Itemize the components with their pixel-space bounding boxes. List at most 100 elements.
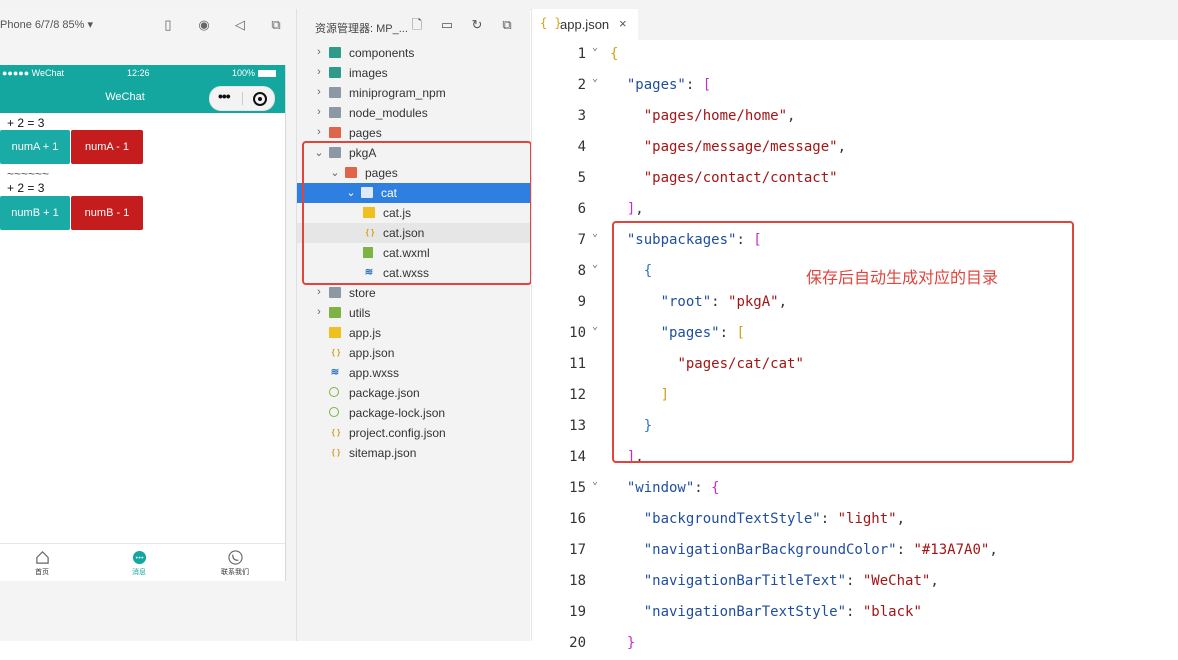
numB-minus-button[interactable]: numB - 1 [71, 196, 143, 230]
tree-item[interactable]: app.js [297, 323, 530, 343]
code-line[interactable]: 2 ⌄ "pages": [ [532, 71, 1178, 102]
phone-screen: ●●●●● WeChat 12:26 100% WeChat ••• + 2 =… [0, 65, 286, 581]
code-text: "pages/contact/contact" [643, 170, 838, 186]
code-line[interactable]: 16 "backgroundTextStyle": "light", [532, 505, 1178, 536]
line-number: 13 [569, 418, 586, 434]
tree-item[interactable]: package.json [297, 383, 530, 403]
fold-chevron-icon[interactable]: ⌄ [592, 476, 598, 487]
tree-item-label: app.wxss [349, 366, 400, 380]
line-number: 14 [569, 449, 586, 465]
tree-item-label: package-lock.json [349, 406, 446, 420]
battery-icon [258, 70, 276, 77]
tree-item[interactable]: › store [297, 283, 530, 303]
numB-plus-button[interactable]: numB + 1 [0, 196, 70, 230]
tree-item[interactable]: { } app.json [297, 343, 530, 363]
window-icon[interactable]: ⧉ [268, 17, 284, 33]
fold-chevron-icon[interactable]: ⌄ [592, 259, 598, 270]
simulator-panel: Phone 6/7/8 85% ▾ ▯ ◉ ◁ ⧉ ●●●●● WeChat 1… [0, 9, 297, 641]
tree-item-label: sitemap.json [349, 446, 417, 460]
record-icon[interactable]: ◉ [196, 17, 212, 33]
device-select[interactable]: Phone 6/7/8 85% ▾ [0, 18, 93, 31]
fold-chevron-icon[interactable]: ⌄ [592, 42, 598, 53]
tree-item-label: package.json [349, 386, 420, 400]
fold-chevron-icon[interactable]: ⌄ [592, 321, 598, 332]
code-line[interactable]: 19 "navigationBarTextStyle": "black" [532, 598, 1178, 629]
tree-item-label: app.json [349, 346, 395, 360]
chevron-right-icon[interactable]: › [314, 286, 324, 298]
close-capsule-icon[interactable] [253, 92, 267, 106]
tab-contact[interactable]: 联系我们 [205, 544, 265, 577]
separator-line: ~~~~~~ [7, 167, 50, 181]
chevron-right-icon[interactable]: › [314, 106, 324, 118]
volume-icon[interactable]: ◁ [232, 17, 248, 33]
code-line[interactable]: 20 } [532, 629, 1178, 660]
numA-minus-button[interactable]: numA - 1 [71, 130, 143, 164]
collapse-all-icon[interactable]: ⧉ [499, 17, 515, 33]
signal-label: ●●●●● WeChat [2, 68, 65, 78]
line-number: 20 [569, 635, 586, 651]
refresh-icon[interactable]: ↻ [469, 17, 485, 33]
fold-chevron-icon[interactable]: ⌄ [592, 228, 598, 239]
line-number: 3 [577, 108, 586, 124]
code-text: "pages/home/home", [643, 108, 796, 124]
code-line[interactable]: 17 "navigationBarBackgroundColor": "#13A… [532, 536, 1178, 567]
new-file-icon[interactable]: 🗋 [409, 17, 425, 33]
explorer-header: 资源管理器: MP_... 🗋 ▭ ↻ ⧉ [297, 9, 530, 42]
code-line[interactable]: 15 ⌄ "window": { [532, 474, 1178, 505]
new-folder-icon[interactable]: ▭ [439, 17, 455, 33]
line-number: 18 [569, 573, 586, 589]
explorer-panel: 资源管理器: MP_... 🗋 ▭ ↻ ⧉ › components › images… [297, 9, 530, 641]
chevron-right-icon[interactable]: › [314, 126, 324, 138]
chevron-right-icon[interactable]: › [314, 46, 324, 58]
chevron-right-icon[interactable]: › [314, 66, 324, 78]
tab-app-json[interactable]: { } app.json × [532, 9, 638, 40]
line-number: 6 [577, 201, 586, 217]
npm-file-icon [329, 387, 339, 397]
numA-plus-button[interactable]: numA + 1 [0, 130, 70, 164]
message-icon [132, 550, 146, 565]
json-file-icon: { } [331, 448, 341, 457]
tab-bar: 首页 消息 联系我们 [0, 543, 285, 581]
code-text: "pages/message/message", [643, 139, 847, 155]
phone-icon[interactable]: ▯ [160, 17, 176, 33]
tree-item[interactable]: › components [297, 43, 530, 63]
tree-item[interactable]: ≋ app.wxss [297, 363, 530, 383]
more-icon[interactable]: ••• [218, 88, 231, 104]
home-icon [35, 551, 49, 564]
tab-home[interactable]: 首页 [12, 544, 72, 577]
code-line[interactable]: 4 "pages/message/message", [532, 133, 1178, 164]
tree-item[interactable]: › miniprogram_npm [297, 83, 530, 103]
code-text: } [626, 635, 636, 651]
tree-item-label: utils [349, 306, 371, 320]
tree-item[interactable]: { } sitemap.json [297, 443, 530, 463]
tree-item[interactable]: package-lock.json [297, 403, 530, 423]
code-line[interactable]: 3 "pages/home/home", [532, 102, 1178, 133]
tree-item[interactable]: › images [297, 63, 530, 83]
capsule-menu[interactable]: ••• [209, 86, 275, 111]
close-icon[interactable]: × [619, 16, 627, 31]
code-text: "backgroundTextStyle": "light", [643, 511, 906, 527]
code-text: { [610, 46, 619, 62]
tree-item[interactable]: › utils [297, 303, 530, 323]
tree-item[interactable]: › node_modules [297, 103, 530, 123]
tab-label: app.json [560, 17, 610, 32]
json-file-icon: { } [331, 428, 341, 437]
tree-item[interactable]: { } project.config.json [297, 423, 530, 443]
navigation-bar: WeChat ••• [0, 82, 285, 113]
folder-gray-icon [329, 87, 341, 98]
chevron-right-icon[interactable]: › [314, 306, 324, 318]
tree-item[interactable]: › pages [297, 123, 530, 143]
code-line[interactable]: 1 ⌄ { [532, 40, 1178, 71]
chevron-right-icon[interactable]: › [314, 86, 324, 98]
highlight-box-tree [302, 141, 532, 285]
folder-teal-icon [329, 67, 341, 78]
status-time: 12:26 [127, 68, 150, 78]
tree-item-label: app.js [349, 326, 382, 340]
folder-teal-icon [329, 47, 341, 58]
phone-icon [227, 550, 243, 565]
tab-message[interactable]: 消息 [109, 544, 169, 577]
code-line[interactable]: 18 "navigationBarTitleText": "WeChat", [532, 567, 1178, 598]
code-line[interactable]: 5 "pages/contact/contact" [532, 164, 1178, 195]
fold-chevron-icon[interactable]: ⌄ [592, 73, 598, 84]
line-number: 4 [577, 139, 586, 155]
